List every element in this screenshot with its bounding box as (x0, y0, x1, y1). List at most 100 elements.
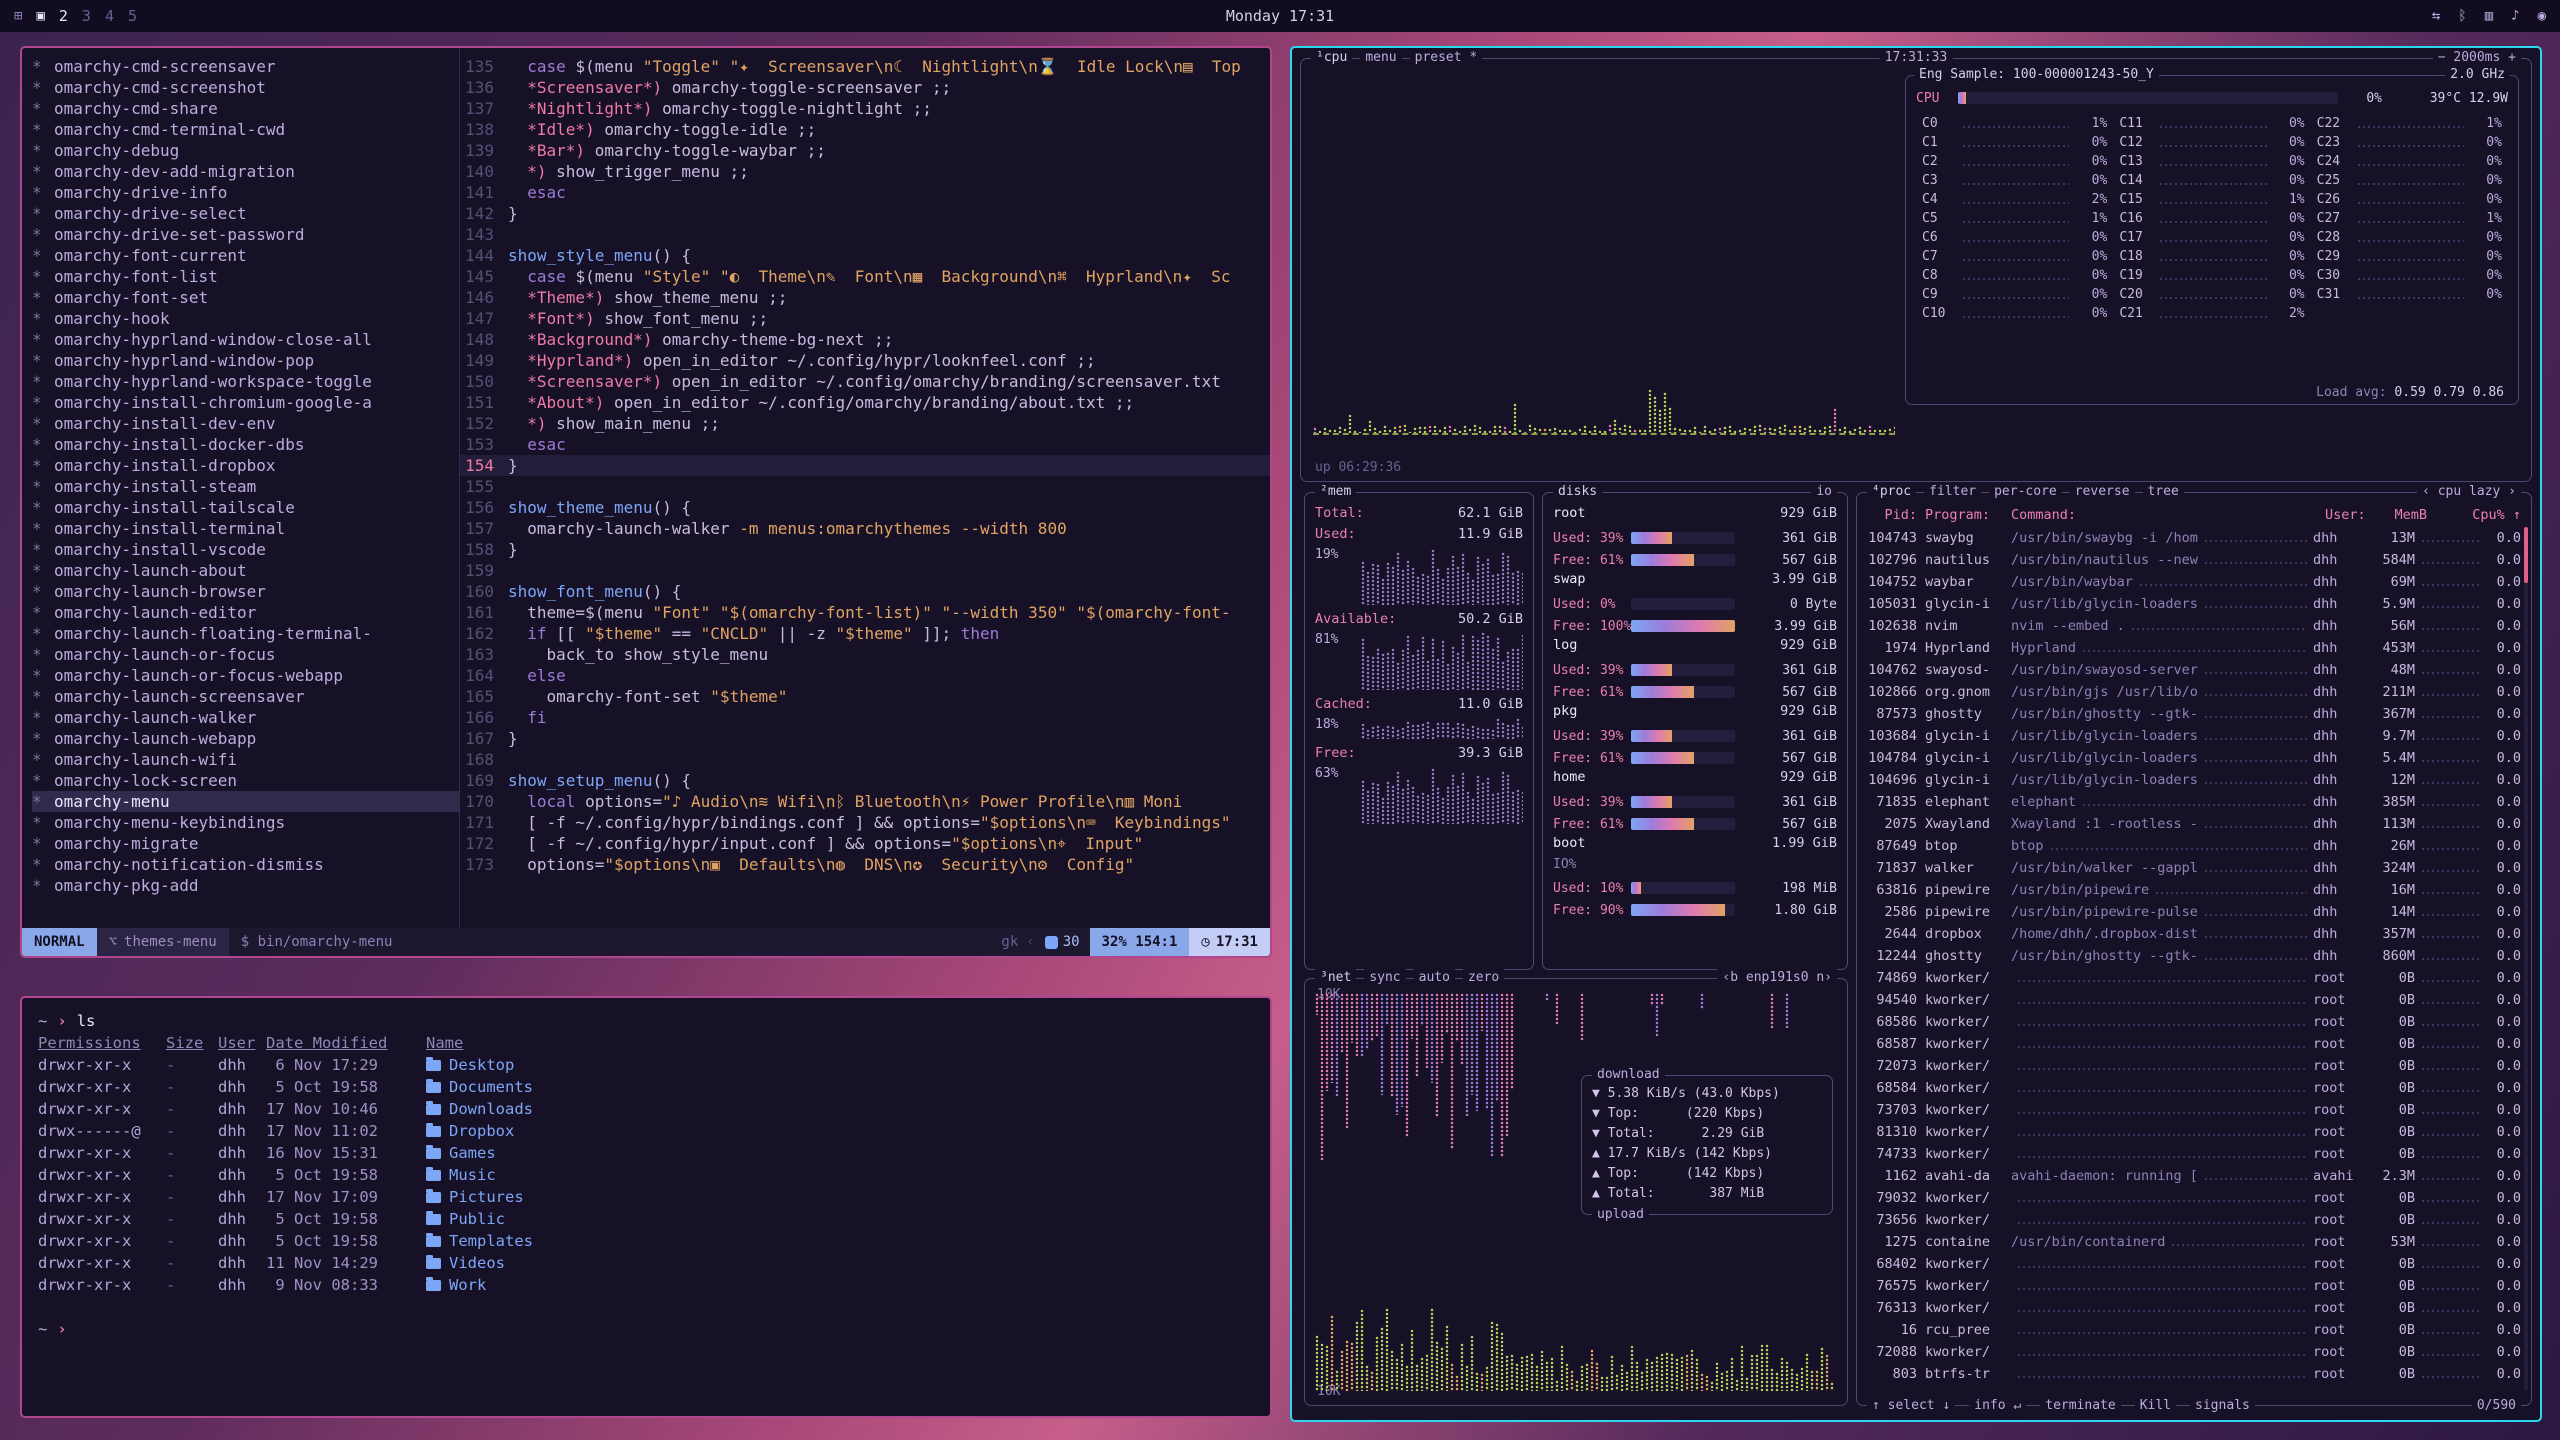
process-row[interactable]: 105031glycin-i/usr/lib/glycin-loadersdhh… (1867, 593, 2521, 615)
reverse-button[interactable]: reverse (2070, 483, 2135, 501)
network-arrows-icon[interactable]: ⇆ (2432, 8, 2440, 24)
process-row[interactable]: 1162avahi-daavahi-daemon: running [avahi… (1867, 1165, 2521, 1187)
process-row[interactable]: 102796nautilus/usr/bin/nautilus --newdhh… (1867, 549, 2521, 571)
workspace-5[interactable]: 5 (128, 7, 137, 25)
process-row[interactable]: 73656kworker/root0B0.0 (1867, 1209, 2521, 1231)
file-item[interactable]: *omarchy-hook (32, 308, 459, 329)
process-row[interactable]: 803btrfs-trroot0B0.0 (1867, 1363, 2521, 1385)
active-workspace-icon[interactable]: ▣ (36, 8, 44, 24)
process-row[interactable]: 76313kworker/root0B0.0 (1867, 1297, 2521, 1319)
workspace-2[interactable]: 2 (59, 7, 68, 25)
filter-button[interactable]: filter (1924, 483, 1981, 501)
process-row[interactable]: 102866org.gnom/usr/bin/gjs /usr/lib/odhh… (1867, 681, 2521, 703)
file-item[interactable]: *omarchy-font-set (32, 287, 459, 308)
proc-action-info[interactable]: info ↵ (1969, 1397, 2026, 1415)
file-item[interactable]: *omarchy-cmd-share (32, 98, 459, 119)
file-item[interactable]: *omarchy-pkg-add (32, 875, 459, 896)
file-item[interactable]: *omarchy-font-current (32, 245, 459, 266)
tree-button[interactable]: tree (2143, 483, 2184, 501)
process-row[interactable]: 76575kworker/root0B0.0 (1867, 1275, 2521, 1297)
process-row[interactable]: 104743swaybg/usr/bin/swaybg -i /homdhh13… (1867, 527, 2521, 549)
file-item[interactable]: *omarchy-launch-or-focus (32, 644, 459, 665)
process-row[interactable]: 104752waybar/usr/bin/waybardhh69M0.0 (1867, 571, 2521, 593)
process-row[interactable]: 81310kworker/root0B0.0 (1867, 1121, 2521, 1143)
file-item[interactable]: *omarchy-launch-or-focus-webapp (32, 665, 459, 686)
file-item[interactable]: *omarchy-menu (32, 791, 459, 812)
file-item[interactable]: *omarchy-dev-add-migration (32, 161, 459, 182)
file-item[interactable]: *omarchy-install-docker-dbs (32, 434, 459, 455)
process-row[interactable]: 16rcu_preeroot0B0.0 (1867, 1319, 2521, 1341)
process-row[interactable]: 87649btopbtopdhh26M0.0 (1867, 835, 2521, 857)
process-row[interactable]: 103684glycin-i/usr/lib/glycin-loadersdhh… (1867, 725, 2521, 747)
process-row[interactable]: 71835elephantelephantdhh385M0.0 (1867, 791, 2521, 813)
process-row[interactable]: 87573ghostty/usr/bin/ghostty --gtk-dhh36… (1867, 703, 2521, 725)
file-item[interactable]: *omarchy-install-dropbox (32, 455, 459, 476)
volume-icon[interactable]: ♪ (2511, 8, 2519, 24)
process-row[interactable]: 72088kworker/root0B0.0 (1867, 1341, 2521, 1363)
process-row[interactable]: 72073kworker/root0B0.0 (1867, 1055, 2521, 1077)
terminal-window[interactable]: ~›ls PermissionsSizeUserDate ModifiedNam… (20, 996, 1272, 1418)
process-row[interactable]: 2644dropbox/home/dhh/.dropbox-distdhh357… (1867, 923, 2521, 945)
file-item[interactable]: *omarchy-hyprland-window-pop (32, 350, 459, 371)
process-row[interactable]: 12244ghostty/usr/bin/ghostty --gtk-dhh86… (1867, 945, 2521, 967)
process-row[interactable]: 68587kworker/root0B0.0 (1867, 1033, 2521, 1055)
file-item[interactable]: *omarchy-launch-wifi (32, 749, 459, 770)
process-row[interactable]: 2586pipewire/usr/bin/pipewire-pulsedhh14… (1867, 901, 2521, 923)
file-item[interactable]: *omarchy-lock-screen (32, 770, 459, 791)
process-row[interactable]: 1275containe/usr/bin/containerdroot53M0.… (1867, 1231, 2521, 1253)
file-item[interactable]: *omarchy-drive-set-password (32, 224, 459, 245)
process-row[interactable]: 71837walker/usr/bin/walker --gappldhh324… (1867, 857, 2521, 879)
process-row[interactable]: 104784glycin-i/usr/lib/glycin-loadersdhh… (1867, 747, 2521, 769)
file-item[interactable]: *omarchy-launch-screensaver (32, 686, 459, 707)
file-item[interactable]: *omarchy-font-list (32, 266, 459, 287)
prompt-line[interactable]: ~› (38, 1318, 1254, 1340)
file-item[interactable]: *omarchy-migrate (32, 833, 459, 854)
editor-window[interactable]: *omarchy-cmd-screensaver*omarchy-cmd-scr… (20, 46, 1272, 958)
net-interface-switcher[interactable]: ‹b enp191s0 n› (1717, 969, 1837, 987)
proc-action-select[interactable]: ↑ select ↓ (1867, 1397, 1955, 1415)
workspace-3[interactable]: 3 (82, 7, 91, 25)
process-row[interactable]: 74733kworker/root0B0.0 (1867, 1143, 2521, 1165)
power-icon[interactable]: ◉ (2538, 8, 2546, 24)
preset-button[interactable]: preset * (1410, 49, 1483, 67)
file-item[interactable]: *omarchy-menu-keybindings (32, 812, 459, 833)
process-row[interactable]: 68584kworker/root0B0.0 (1867, 1077, 2521, 1099)
file-item[interactable]: *omarchy-launch-editor (32, 602, 459, 623)
process-row[interactable]: 104762swayosd-/usr/bin/swayosd-serverdhh… (1867, 659, 2521, 681)
file-item[interactable]: *omarchy-debug (32, 140, 459, 161)
file-item[interactable]: *omarchy-launch-webapp (32, 728, 459, 749)
process-row[interactable]: 74869kworker/root0B0.0 (1867, 967, 2521, 989)
file-item[interactable]: *omarchy-hyprland-workspace-toggle (32, 371, 459, 392)
file-item[interactable]: *omarchy-launch-browser (32, 581, 459, 602)
file-item[interactable]: *omarchy-launch-walker (32, 707, 459, 728)
file-item[interactable]: *omarchy-install-tailscale (32, 497, 459, 518)
btop-window[interactable]: ¹cpu menu preset * 17:31:33 − 2000ms + E… (1290, 46, 2542, 1422)
process-table-header[interactable]: Pid:Program:Command:User:MemBCpu% ↑ (1867, 503, 2521, 527)
process-row[interactable]: 68586kworker/root0B0.0 (1867, 1011, 2521, 1033)
sort-mode-switcher[interactable]: ‹ cpu lazy › (2417, 483, 2521, 501)
file-item[interactable]: *omarchy-install-dev-env (32, 413, 459, 434)
file-item[interactable]: *omarchy-hyprland-window-close-all (32, 329, 459, 350)
io-mode-button[interactable]: io (1811, 483, 1837, 501)
file-explorer[interactable]: *omarchy-cmd-screensaver*omarchy-cmd-scr… (22, 48, 460, 928)
levels-icon[interactable]: ▥ (2485, 8, 2493, 24)
code-buffer[interactable]: 135 case $(menu "Toggle" "✦ Screensaver\… (460, 48, 1270, 928)
zero-button[interactable]: zero (1463, 969, 1504, 987)
file-item[interactable]: *omarchy-install-vscode (32, 539, 459, 560)
process-row[interactable]: 1974HyprlandHyprlanddhh453M0.0 (1867, 637, 2521, 659)
process-row[interactable]: 94540kworker/root0B0.0 (1867, 989, 2521, 1011)
proc-action-signals[interactable]: signals (2190, 1397, 2255, 1415)
file-item[interactable]: *omarchy-notification-dismiss (32, 854, 459, 875)
file-item[interactable]: *omarchy-cmd-screensaver (32, 56, 459, 77)
auto-button[interactable]: auto (1414, 969, 1455, 987)
apps-grid-icon[interactable]: ⊞ (14, 8, 22, 24)
file-item[interactable]: *omarchy-drive-select (32, 203, 459, 224)
per-core-button[interactable]: per-core (1989, 483, 2062, 501)
process-row[interactable]: 104696glycin-i/usr/lib/glycin-loadersdhh… (1867, 769, 2521, 791)
process-scrollbar[interactable] (2524, 527, 2528, 1391)
proc-action-kill[interactable]: Kill (2135, 1397, 2176, 1415)
process-row[interactable]: 2075XwaylandXwayland :1 -rootless -dhh11… (1867, 813, 2521, 835)
proc-action-terminate[interactable]: terminate (2040, 1397, 2120, 1415)
file-item[interactable]: *omarchy-launch-about (32, 560, 459, 581)
menu-button[interactable]: menu (1360, 49, 1401, 67)
